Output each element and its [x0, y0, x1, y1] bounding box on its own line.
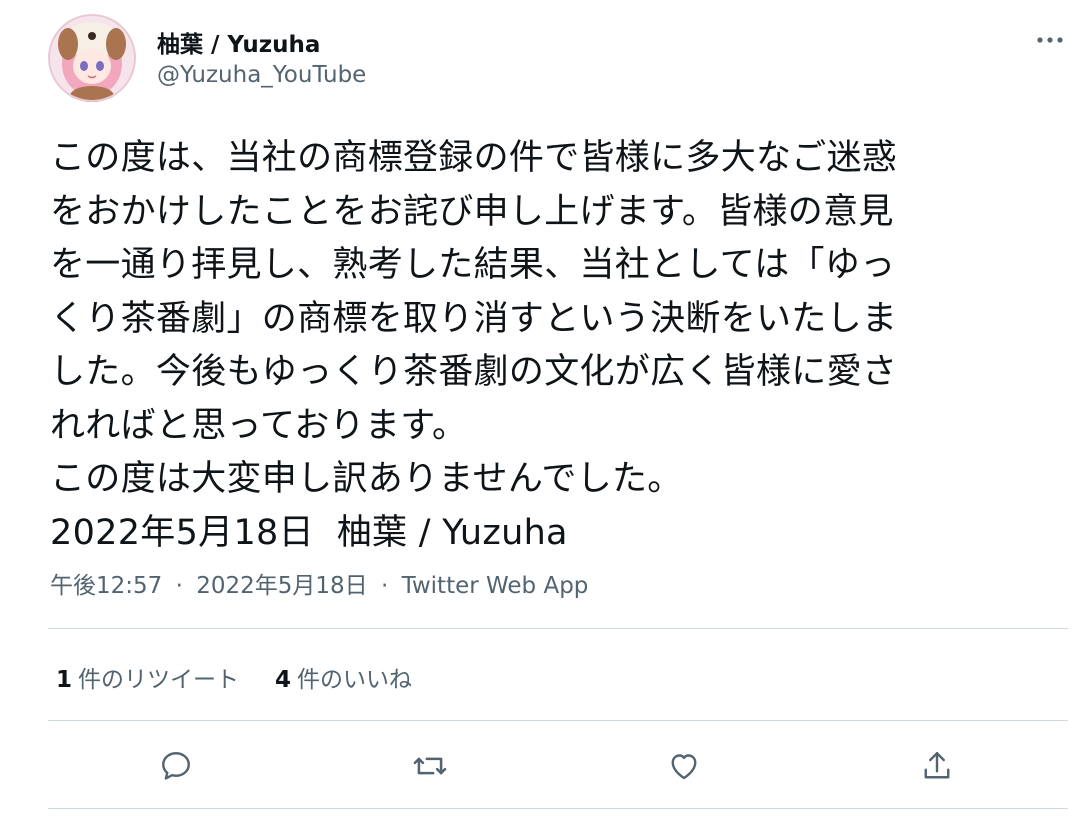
tweet-line: この度は、当社の商標登録の件で皆様に多大なご迷惑	[50, 138, 898, 178]
retweets-stat[interactable]: 1 件のリツイート	[56, 660, 239, 694]
tweet-stats: 1 件のリツイート 4 件のいいね	[56, 660, 412, 694]
tweet-text: この度は、当社の商標登録の件で皆様に多大なご迷惑 をおかけしたことをお詫び申し上げ…	[50, 132, 1060, 560]
tweet-time[interactable]: 午後12:57	[50, 573, 162, 599]
meta-separator: ·	[380, 573, 389, 599]
tweet-line: くり茶番劇」の商標を取り消すという決断をいたしま	[50, 298, 898, 339]
likes-stat[interactable]: 4 件のいいね	[275, 660, 412, 694]
tweet-line: をおかけしたことをお詫び申し上げます。皆様の意見	[50, 191, 894, 232]
reply-icon	[162, 752, 190, 780]
divider	[48, 720, 1068, 721]
tweet-line: した。今後もゆっくり茶番劇の文化が広く皆様に愛さ	[50, 352, 898, 392]
tweet-line: この度は大変申し訳ありませんでした。	[50, 459, 683, 499]
heart-icon	[671, 754, 697, 780]
tweet-source[interactable]: Twitter Web App	[402, 573, 589, 599]
likes-label: 件のいいね	[297, 667, 413, 693]
retweet-button[interactable]	[408, 744, 452, 788]
divider	[48, 628, 1068, 629]
more-icon	[1037, 37, 1063, 43]
reply-button[interactable]	[154, 744, 198, 788]
tweet-detail: 柚葉 / Yuzuha @Yuzuha_YouTube この度は、当社の商標登録…	[0, 0, 1086, 824]
tweet-line: 2022年5月18日 柚葉 / Yuzuha	[50, 512, 568, 553]
display-name[interactable]: 柚葉 / Yuzuha	[157, 25, 320, 59]
share-icon	[924, 752, 950, 779]
share-button[interactable]	[915, 744, 959, 788]
tweet-date[interactable]: 2022年5月18日	[196, 573, 367, 599]
likes-count: 4	[275, 667, 292, 693]
user-handle[interactable]: @Yuzuha_YouTube	[157, 62, 366, 88]
meta-separator: ·	[175, 573, 183, 599]
retweet-icon	[413, 757, 447, 775]
avatar[interactable]	[48, 14, 136, 102]
tweet-line: を一通り拝見し、熟考した結果、当社としては「ゆっ	[50, 245, 896, 285]
avatar-image	[48, 14, 136, 102]
retweets-label: 件のリツイート	[78, 667, 240, 693]
more-options-button[interactable]	[1030, 22, 1070, 58]
tweet-line: れればと思っております。	[50, 405, 468, 446]
like-button[interactable]	[662, 744, 706, 788]
tweet-meta: 午後12:57 · 2022年5月18日 · Twitter Web App	[50, 566, 588, 600]
divider	[48, 808, 1068, 809]
retweets-count: 1	[56, 667, 73, 693]
